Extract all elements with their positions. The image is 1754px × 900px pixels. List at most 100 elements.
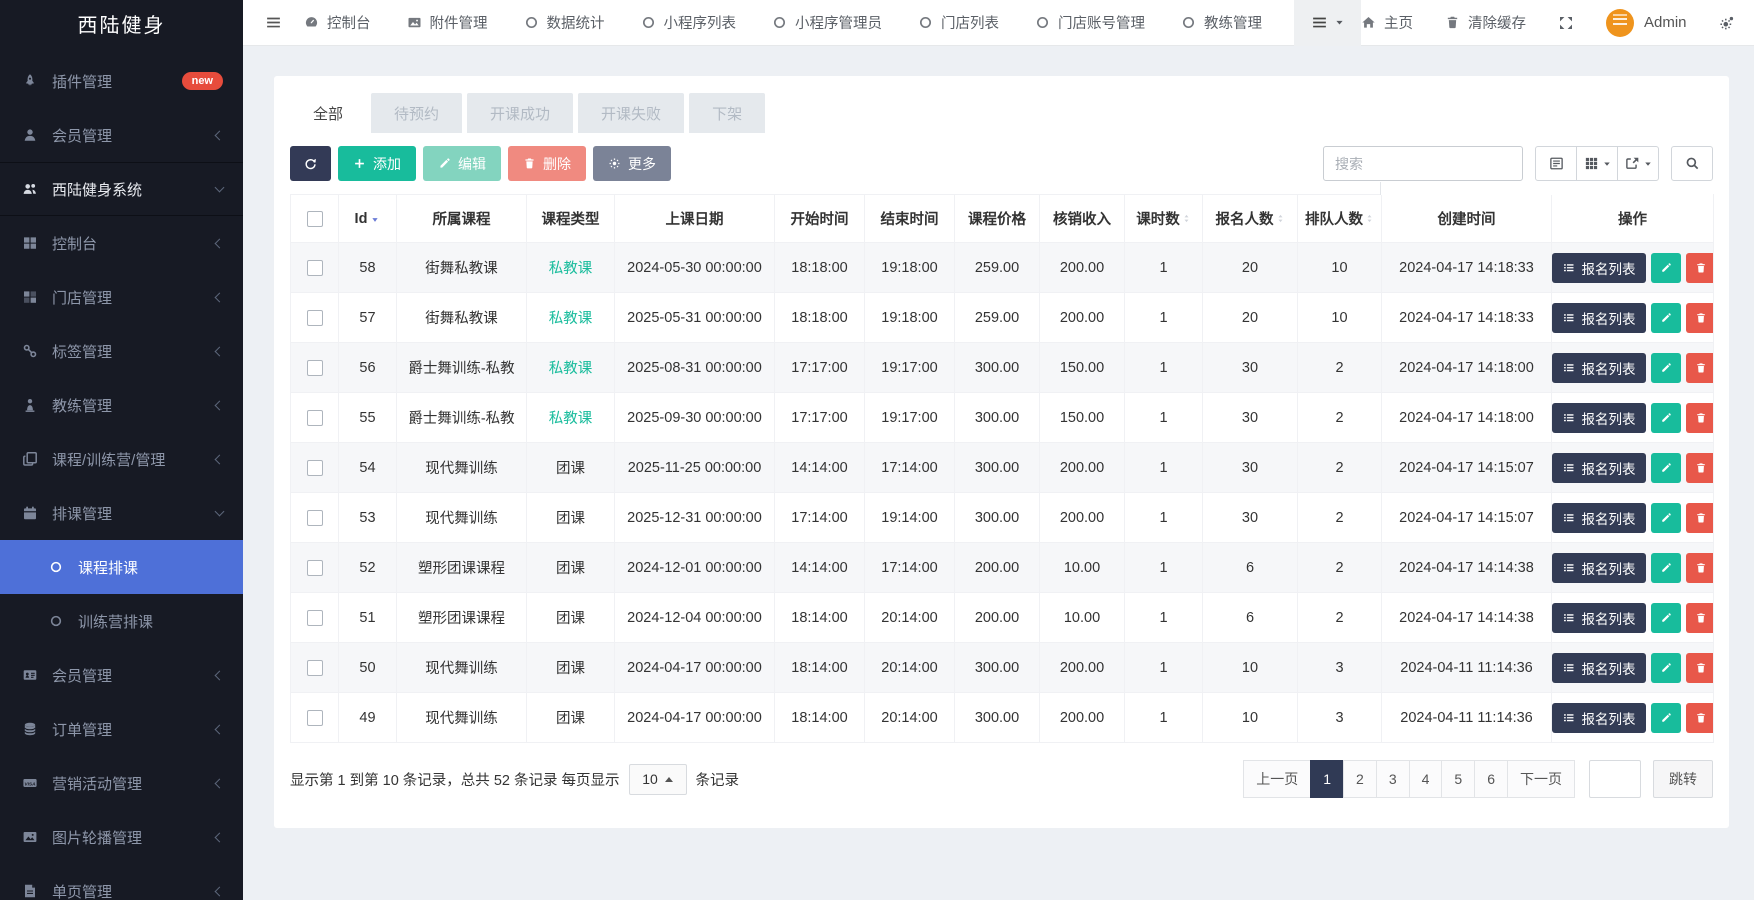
sidebar-item[interactable]: 标签管理 [0, 324, 243, 378]
sidebar-item[interactable]: 课程/训练营/管理 [0, 432, 243, 486]
signup-list-button[interactable]: 报名列表 [1552, 503, 1646, 533]
edit-row-button[interactable] [1651, 453, 1681, 483]
delete-row-button[interactable] [1686, 353, 1714, 383]
topnav-item[interactable]: 教练管理 [1181, 12, 1262, 33]
row-checkbox[interactable] [307, 510, 323, 526]
sidebar-item[interactable]: 会员管理 [0, 648, 243, 702]
topnav-item[interactable]: 数据统计 [524, 12, 605, 33]
sidebar-item[interactable]: 门店管理 [0, 270, 243, 324]
page-number[interactable]: 6 [1474, 760, 1508, 798]
page-size-select[interactable]: 10 [629, 764, 687, 795]
sidebar-item[interactable]: 图片轮播管理 [0, 810, 243, 864]
row-checkbox[interactable] [307, 460, 323, 476]
columns-button[interactable] [1576, 146, 1618, 181]
user-menu[interactable]: Admin [1606, 9, 1687, 37]
topnav-item[interactable]: 控制台 [304, 12, 371, 33]
tab-待预约[interactable]: 待预约 [371, 93, 462, 133]
signup-list-button[interactable]: 报名列表 [1552, 453, 1646, 483]
edit-row-button[interactable] [1651, 553, 1681, 583]
add-button[interactable]: 添加 [338, 146, 416, 181]
delete-row-button[interactable] [1686, 453, 1714, 483]
delete-row-button[interactable] [1686, 553, 1714, 583]
page-number[interactable]: 2 [1343, 760, 1377, 798]
signup-list-button[interactable]: 报名列表 [1552, 253, 1646, 283]
topnav-item[interactable]: 小程序列表 [641, 12, 737, 33]
row-checkbox[interactable] [307, 260, 323, 276]
sidebar-item[interactable]: 控制台 [0, 216, 243, 270]
delete-button[interactable]: 删除 [508, 146, 586, 181]
signup-list-button[interactable]: 报名列表 [1552, 353, 1646, 383]
delete-row-button[interactable] [1686, 703, 1714, 733]
delete-row-button[interactable] [1686, 253, 1714, 283]
clear-cache-button[interactable]: 清除缓存 [1445, 12, 1526, 33]
tab-开课成功[interactable]: 开课成功 [467, 93, 573, 133]
column-header[interactable]: 课时数 [1125, 195, 1203, 243]
fullscreen-button[interactable] [1558, 15, 1574, 31]
sidebar-item[interactable]: 插件管理new [0, 54, 243, 108]
signup-list-button[interactable]: 报名列表 [1552, 553, 1646, 583]
edit-row-button[interactable] [1651, 303, 1681, 333]
sidebar-item[interactable]: 教练管理 [0, 378, 243, 432]
tab-全部[interactable]: 全部 [290, 90, 366, 136]
prev-page-button[interactable]: 上一页 [1243, 760, 1311, 798]
topnav-item[interactable]: 门店账号管理 [1035, 12, 1145, 33]
delete-row-button[interactable] [1686, 603, 1714, 633]
row-checkbox[interactable] [307, 660, 323, 676]
sidebar-item[interactable]: 课程排课 [0, 540, 243, 594]
edit-row-button[interactable] [1651, 703, 1681, 733]
topnav-item[interactable]: 小程序管理员 [772, 12, 882, 33]
topnav-item[interactable]: 门店列表 [918, 12, 999, 33]
select-all-checkbox[interactable] [307, 211, 323, 227]
sidebar-item[interactable]: 会员管理 [0, 108, 243, 162]
edit-row-button[interactable] [1651, 603, 1681, 633]
page-number[interactable]: 5 [1441, 760, 1475, 798]
page-number[interactable]: 4 [1409, 760, 1443, 798]
edit-row-button[interactable] [1651, 253, 1681, 283]
export-button[interactable] [1617, 146, 1659, 181]
delete-row-button[interactable] [1686, 503, 1714, 533]
edit-row-button[interactable] [1651, 403, 1681, 433]
search-button[interactable] [1671, 146, 1713, 181]
row-checkbox[interactable] [307, 360, 323, 376]
row-checkbox[interactable] [307, 310, 323, 326]
row-checkbox[interactable] [307, 560, 323, 576]
edit-button[interactable]: 编辑 [423, 146, 501, 181]
delete-row-button[interactable] [1686, 403, 1714, 433]
delete-row-button[interactable] [1686, 653, 1714, 683]
topnav-more-dropdown[interactable] [1294, 0, 1361, 46]
row-checkbox[interactable] [307, 410, 323, 426]
sidebar-item[interactable]: 训练营排课 [0, 594, 243, 648]
search-input[interactable] [1323, 146, 1523, 181]
sidebar-toggle-button[interactable] [243, 14, 304, 31]
row-checkbox[interactable] [307, 610, 323, 626]
tab-下架[interactable]: 下架 [689, 93, 765, 133]
sidebar-item[interactable]: 订单管理 [0, 702, 243, 756]
tab-开课失败[interactable]: 开课失败 [578, 93, 684, 133]
delete-row-button[interactable] [1686, 303, 1714, 333]
settings-button[interactable] [1719, 15, 1735, 31]
signup-list-button[interactable]: 报名列表 [1552, 403, 1646, 433]
page-number[interactable]: 1 [1310, 760, 1344, 798]
signup-list-button[interactable]: 报名列表 [1552, 603, 1646, 633]
edit-row-button[interactable] [1651, 503, 1681, 533]
signup-list-button[interactable]: 报名列表 [1552, 703, 1646, 733]
next-page-button[interactable]: 下一页 [1507, 760, 1575, 798]
row-checkbox[interactable] [307, 710, 323, 726]
page-jump-input[interactable] [1589, 760, 1641, 798]
card-view-button[interactable] [1535, 146, 1577, 181]
column-header[interactable]: 报名人数 [1203, 195, 1298, 243]
page-jump-button[interactable]: 跳转 [1653, 760, 1713, 798]
sidebar-item[interactable]: 单页管理 [0, 864, 243, 900]
more-button[interactable]: 更多 [593, 146, 671, 181]
home-button[interactable]: 主页 [1361, 12, 1413, 33]
sidebar-item[interactable]: VISA营销活动管理 [0, 756, 243, 810]
column-header[interactable]: Id [339, 195, 397, 243]
edit-row-button[interactable] [1651, 653, 1681, 683]
sidebar-item[interactable]: 西陆健身系统 [0, 162, 243, 216]
column-header[interactable]: 排队人数 [1298, 195, 1382, 243]
page-number[interactable]: 3 [1376, 760, 1410, 798]
sidebar-item[interactable]: 排课管理 [0, 486, 243, 540]
signup-list-button[interactable]: 报名列表 [1552, 653, 1646, 683]
signup-list-button[interactable]: 报名列表 [1552, 303, 1646, 333]
topnav-item[interactable]: 附件管理 [407, 12, 488, 33]
